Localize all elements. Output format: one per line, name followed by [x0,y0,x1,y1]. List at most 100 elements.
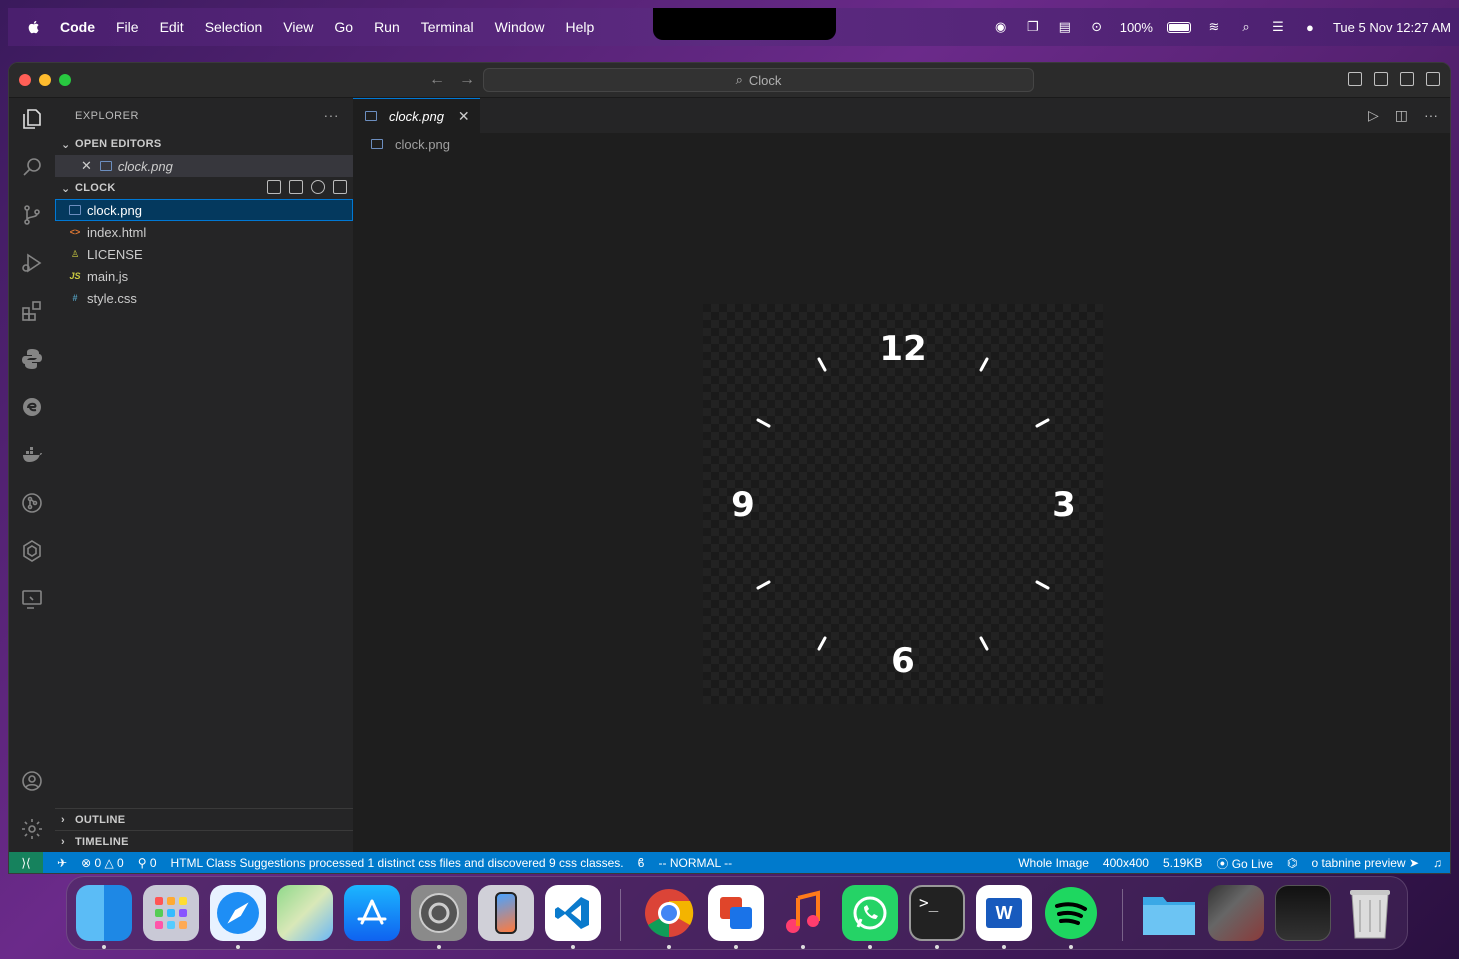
forward-arrow-icon[interactable]: → [459,71,475,89]
word-icon[interactable]: W [976,885,1032,941]
more-actions-icon[interactable]: ··· [324,107,340,123]
menu-edit[interactable]: Edit [160,19,184,35]
vscode-icon[interactable] [545,885,601,941]
menu-selection[interactable]: Selection [205,19,263,35]
outline-header[interactable]: › OUTLINE [55,808,353,830]
shazam-icon[interactable]: ◉ [992,19,1010,35]
source-control-icon[interactable] [19,202,45,228]
system-settings-icon[interactable] [411,885,467,941]
control-center-icon[interactable]: ☰ [1269,19,1287,35]
play-icon[interactable]: ⊙ [1088,19,1106,35]
minimize-window-button[interactable] [39,74,51,86]
wifi-icon[interactable]: ≋ [1205,19,1223,35]
run-debug-icon[interactable] [19,250,45,276]
accounts-icon[interactable] [19,768,45,794]
close-window-button[interactable] [19,74,31,86]
command-center-search[interactable]: ⌕ Clock [483,68,1034,92]
notifications-bell-icon[interactable]: ♫ [1433,856,1442,870]
close-tab-icon[interactable]: ✕ [458,108,470,125]
run-icon[interactable]: ▷ [1368,107,1379,124]
folder-header-clock[interactable]: ⌄ CLOCK [55,177,353,199]
problems-indicator[interactable]: ⊗ 0 △ 0 [81,856,124,870]
whatsapp-icon[interactable] [842,885,898,941]
music-icon[interactable] [775,885,831,941]
safari-icon[interactable] [210,885,266,941]
gitlens-icon[interactable] [19,490,45,516]
terminal-icon[interactable]: >_ [909,885,965,941]
chrome-icon[interactable] [641,885,697,941]
python-icon[interactable] [19,346,45,372]
apple-icon[interactable] [26,19,42,35]
ports-indicator[interactable]: ⚲ 0 [138,856,157,870]
search-view-icon[interactable] [19,154,45,180]
split-editor-icon[interactable]: ◫ [1395,107,1408,124]
edge-devtools-icon[interactable] [19,394,45,420]
menu-terminal[interactable]: Terminal [421,19,474,35]
collapse-all-icon[interactable] [333,180,347,194]
maps-icon[interactable] [277,885,333,941]
iphone-mirroring-icon[interactable] [478,885,534,941]
timeline-header[interactable]: › TIMELINE [55,830,353,852]
breadcrumb[interactable]: clock.png [353,133,1450,155]
docker-icon[interactable] [19,442,45,468]
back-arrow-icon[interactable]: ← [429,71,445,89]
menu-app-name[interactable]: Code [60,19,95,35]
status-message[interactable]: HTML Class Suggestions processed 1 disti… [171,856,624,870]
extensions-icon[interactable] [19,298,45,324]
customize-layout-icon[interactable] [1426,72,1440,86]
new-file-icon[interactable] [267,180,281,194]
spotlight-search-icon[interactable]: ⌕ [1237,19,1255,35]
tab-clock-png[interactable]: clock.png ✕ [353,98,480,133]
go-live-button[interactable]: ⦿ Go Live [1216,855,1273,872]
trash-icon[interactable] [1342,885,1398,941]
siri-icon[interactable]: ● [1301,19,1319,35]
file-item-license[interactable]: ♙ LICENSE [55,243,353,265]
more-actions-icon[interactable]: ··· [1424,107,1438,124]
vim-mode[interactable]: -- NORMAL -- [659,856,733,870]
battery-icon[interactable] [1166,21,1191,33]
menu-datetime[interactable]: Tue 5 Nov 12:27 AM [1333,20,1451,35]
folder-icon[interactable] [1141,885,1197,941]
menu-help[interactable]: Help [565,19,594,35]
open-editors-header[interactable]: ⌄ OPEN EDITORS [55,133,353,155]
codeium-icon[interactable] [19,538,45,564]
stage-manager-icon[interactable]: ❐ [1024,19,1042,35]
menu-run[interactable]: Run [374,19,400,35]
refresh-icon[interactable] [311,180,325,194]
running-dot [935,945,939,949]
file-item-index-html[interactable]: <> index.html [55,221,353,243]
close-icon[interactable]: ✕ [81,158,92,174]
image-view-mode[interactable]: Whole Image [1018,856,1089,870]
keyboard-icon[interactable]: ▤ [1056,19,1074,35]
settings-gear-icon[interactable] [19,816,45,842]
menu-window[interactable]: Window [495,19,545,35]
screen-thumbnail-icon[interactable] [1275,885,1331,941]
image-preview[interactable]: 12 3 6 9 [703,304,1103,704]
toggle-panel-icon[interactable] [1374,72,1388,86]
vim-icon[interactable]: ϐ [638,856,645,870]
file-item-main-js[interactable]: JS main.js [55,265,353,287]
explorer-icon[interactable] [19,106,45,132]
launchpad-icon[interactable] [143,885,199,941]
photo-thumbnail-icon[interactable] [1208,885,1264,941]
tick-4 [1035,580,1050,590]
remote-indicator-icon[interactable]: ⟩⟨ [9,852,43,873]
app-store-icon[interactable] [344,885,400,941]
toggle-secondary-sidebar-icon[interactable] [1400,72,1414,86]
new-folder-icon[interactable] [289,180,303,194]
menu-go[interactable]: Go [334,19,353,35]
menu-file[interactable]: File [116,19,139,35]
live-share-icon[interactable]: ✈ [57,856,67,870]
zoom-window-button[interactable] [59,74,71,86]
open-editor-item[interactable]: ✕ clock.png [55,155,353,177]
remote-explorer-icon[interactable] [19,586,45,612]
menu-view[interactable]: View [283,19,313,35]
tabnine-button[interactable]: o tabnine preview ➤ [1312,856,1419,870]
copilot-icon[interactable]: ⌬ [1287,856,1297,870]
file-item-clock-png[interactable]: clock.png [55,199,353,221]
remote-desktop-icon[interactable] [708,885,764,941]
finder-icon[interactable] [76,885,132,941]
toggle-sidebar-icon[interactable] [1348,72,1362,86]
file-item-style-css[interactable]: # style.css [55,287,353,309]
spotify-icon[interactable] [1043,885,1099,941]
